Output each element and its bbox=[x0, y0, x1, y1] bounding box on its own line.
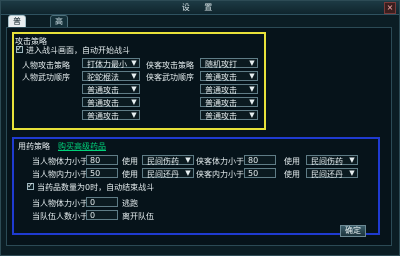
char-mp-threshold-label: 当人物内力小于 bbox=[32, 170, 88, 179]
servant-skill-value: 普通攻击 bbox=[205, 86, 237, 95]
char-skill-value: 普通攻击 bbox=[87, 86, 119, 95]
char-mp-threshold-value: 50 bbox=[90, 169, 101, 178]
servant-hp-threshold-label: 侠客体力小于 bbox=[196, 157, 244, 166]
chevron-down-icon: ▼ bbox=[249, 85, 255, 93]
chevron-down-icon: ▼ bbox=[185, 156, 191, 164]
servant-skill-order-label: 侠客武功顺序 bbox=[146, 73, 194, 82]
servant-skill-dropdown-4[interactable]: 普通攻击 ▼ bbox=[200, 110, 258, 121]
leave-threshold-input[interactable]: 0 bbox=[86, 210, 118, 220]
escape-threshold-value: 0 bbox=[90, 198, 96, 207]
char-skill-dropdown-4[interactable]: 普通攻击 ▼ bbox=[82, 110, 140, 121]
title-bar: 设 置 × bbox=[1, 1, 399, 15]
char-attack-strategy-dropdown[interactable]: 打体力最小 ▼ bbox=[82, 58, 140, 69]
chevron-down-icon: ▼ bbox=[131, 85, 137, 93]
char-hp-item-value: 民间伤药 bbox=[147, 157, 179, 166]
char-mp-item-dropdown[interactable]: 民间还丹 ▼ bbox=[142, 168, 194, 179]
chevron-down-icon: ▼ bbox=[249, 98, 255, 106]
servant-mp-threshold-value: 50 bbox=[248, 169, 259, 178]
medicine-strategy-title: 用药策略 bbox=[18, 142, 50, 151]
leave-threshold-label: 当队伍人数小于 bbox=[32, 212, 88, 221]
servant-mp-item-value: 民间还丹 bbox=[311, 170, 343, 179]
char-hp-threshold-input[interactable]: 80 bbox=[86, 155, 118, 165]
char-skill-dropdown-1[interactable]: 驼蛇棍法 ▼ bbox=[82, 71, 140, 82]
use-label: 使用 bbox=[122, 157, 138, 166]
servant-use-label: 使用 bbox=[284, 157, 300, 166]
chevron-down-icon: ▼ bbox=[131, 98, 137, 106]
servant-skill-value: 普通攻击 bbox=[205, 99, 237, 108]
chevron-down-icon: ▼ bbox=[131, 72, 137, 80]
window-title: 设 置 bbox=[181, 3, 219, 12]
servant-mp-threshold-input[interactable]: 50 bbox=[244, 168, 276, 178]
end-fight-checkbox[interactable] bbox=[27, 181, 34, 190]
servant-skill-dropdown-1[interactable]: 普通攻击 ▼ bbox=[200, 71, 258, 82]
char-mp-threshold-input[interactable]: 50 bbox=[86, 168, 118, 178]
servant-hp-item-dropdown[interactable]: 民间伤药 ▼ bbox=[306, 155, 358, 166]
chevron-down-icon: ▼ bbox=[249, 59, 255, 67]
tab-advanced[interactable]: 高级设置 bbox=[50, 15, 68, 59]
char-hp-item-dropdown[interactable]: 民间伤药 ▼ bbox=[142, 155, 194, 166]
escape-threshold-label: 当人物体力小于 bbox=[32, 199, 88, 208]
char-mp-item-value: 民间还丹 bbox=[147, 170, 179, 179]
servant-use-label: 使用 bbox=[284, 170, 300, 179]
servant-skill-dropdown-2[interactable]: 普通攻击 ▼ bbox=[200, 84, 258, 95]
auto-fight-checkbox[interactable] bbox=[16, 44, 23, 53]
chevron-down-icon: ▼ bbox=[349, 156, 355, 164]
servant-mp-item-dropdown[interactable]: 民间还丹 ▼ bbox=[306, 168, 358, 179]
servant-skill-dropdown-3[interactable]: 普通攻击 ▼ bbox=[200, 97, 258, 108]
char-hp-threshold-value: 80 bbox=[90, 156, 101, 165]
char-attack-strategy-label: 人物攻击策略 bbox=[22, 61, 70, 70]
char-skill-dropdown-3[interactable]: 普通攻击 ▼ bbox=[82, 97, 140, 108]
char-skill-value: 普通攻击 bbox=[87, 112, 119, 121]
end-fight-label: 当药品数量为0时，自动结束战斗 bbox=[37, 183, 155, 192]
escape-threshold-input[interactable]: 0 bbox=[86, 197, 118, 207]
chevron-down-icon: ▼ bbox=[131, 111, 137, 119]
char-skill-value: 驼蛇棍法 bbox=[87, 73, 119, 82]
char-skill-value: 普通攻击 bbox=[87, 99, 119, 108]
buy-medicine-link[interactable]: 购买高级药品 bbox=[58, 141, 106, 152]
char-skill-order-label: 人物武功顺序 bbox=[22, 73, 70, 82]
char-attack-strategy-value: 打体力最小 bbox=[87, 60, 127, 69]
servant-hp-threshold-value: 80 bbox=[248, 156, 259, 165]
close-button[interactable]: × bbox=[384, 2, 396, 14]
servant-mp-threshold-label: 侠客内力小于 bbox=[196, 170, 244, 179]
chevron-down-icon: ▼ bbox=[349, 169, 355, 177]
servant-hp-item-value: 民间伤药 bbox=[311, 157, 343, 166]
leave-threshold-value: 0 bbox=[90, 211, 96, 220]
servant-skill-value: 普通攻击 bbox=[205, 73, 237, 82]
char-hp-threshold-label: 当人物体力小于 bbox=[32, 157, 88, 166]
leave-action-label: 离开队伍 bbox=[122, 212, 154, 221]
servant-attack-strategy-dropdown[interactable]: 随机攻打 ▼ bbox=[200, 58, 258, 69]
servant-skill-value: 普通攻击 bbox=[205, 112, 237, 121]
chevron-down-icon: ▼ bbox=[131, 59, 137, 67]
tab-general[interactable]: 普通设置 bbox=[8, 15, 26, 59]
confirm-button[interactable]: 确定 bbox=[340, 225, 366, 237]
servant-attack-strategy-label: 侠客攻击策略 bbox=[146, 61, 194, 70]
chevron-down-icon: ▼ bbox=[249, 111, 255, 119]
use-label: 使用 bbox=[122, 170, 138, 179]
servant-hp-threshold-input[interactable]: 80 bbox=[244, 155, 276, 165]
auto-fight-label: 进入战斗画面，自动开始战斗 bbox=[26, 46, 130, 55]
servant-attack-strategy-value: 随机攻打 bbox=[205, 60, 237, 69]
escape-action-label: 逃跑 bbox=[122, 199, 138, 208]
char-skill-dropdown-2[interactable]: 普通攻击 ▼ bbox=[82, 84, 140, 95]
chevron-down-icon: ▼ bbox=[249, 72, 255, 80]
chevron-down-icon: ▼ bbox=[185, 169, 191, 177]
